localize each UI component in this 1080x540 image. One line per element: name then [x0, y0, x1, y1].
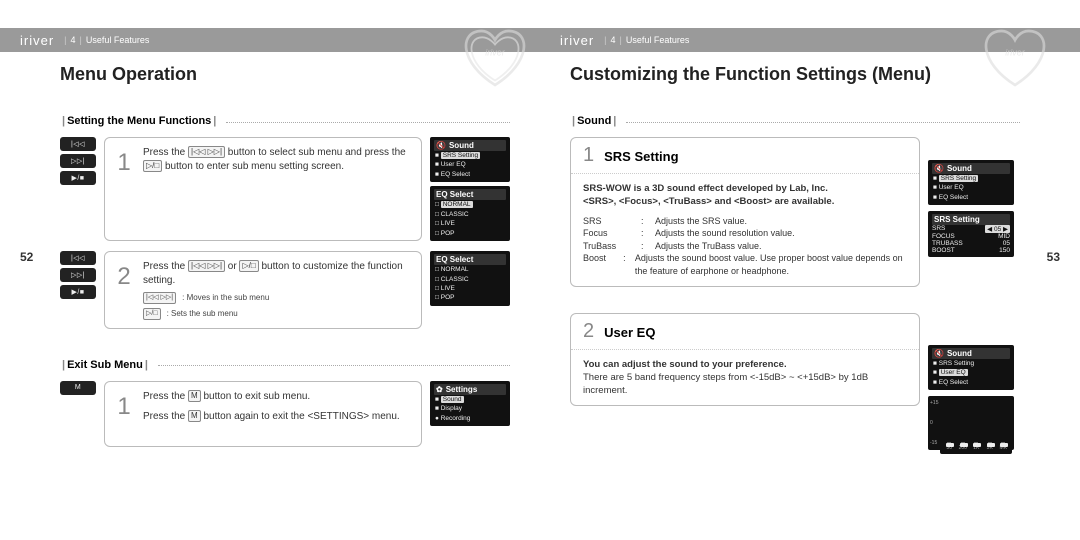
lcd-eqselect: EQ Select □ NORMAL □ CLASSIC □ LIVE □ PO…	[430, 251, 510, 306]
brand-logo: iriver	[560, 33, 594, 48]
params-table: SRS:Adjusts the SRS value. Focus:Adjusts…	[583, 215, 907, 278]
next-button-icon: ▷▷|	[60, 154, 96, 168]
page-title: Customizing the Function Settings (Menu)	[570, 64, 1020, 85]
feature-bold-text: SRS-WOW is a 3D sound effect developed b…	[583, 182, 907, 195]
separator: |	[80, 35, 82, 45]
step-row: M 1 Press the M button to exit sub menu.…	[60, 381, 510, 447]
step-box: 2 Press the |◁◁ ▷▷| or ▷/□ button to cus…	[104, 251, 422, 329]
step-row: |◁◁ ▷▷| ▶/■ 1 Press the |◁◁ ▷▷| button t…	[60, 137, 510, 241]
step-number: 1	[115, 146, 133, 232]
feature-bold-text: <SRS>, <Focus>, <TruBass> and <Boost> ar…	[583, 195, 907, 208]
nav-button-icon: |◁◁ ▷▷|	[188, 146, 225, 158]
speaker-icon: 🔇	[436, 141, 446, 150]
step-number: 2	[115, 260, 133, 320]
play-button-icon: ▶/■	[60, 171, 96, 185]
breadcrumb-label: Useful Features	[626, 35, 690, 45]
step-box: 1 Press the |◁◁ ▷▷| button to select sub…	[104, 137, 422, 241]
feature-desc: There are 5 band frequency steps from <-…	[583, 371, 907, 398]
speaker-icon: 🔇	[934, 164, 944, 173]
page-number: 53	[1047, 250, 1060, 264]
page-title: Menu Operation	[60, 64, 510, 85]
play-button-icon: ▶/■	[60, 285, 96, 299]
step-text: Press the M button to exit sub menu. Pre…	[143, 390, 411, 438]
step-text: Press the |◁◁ ▷▷| or ▷/□ button to custo…	[143, 260, 411, 320]
lcd-column: ✿Settings ■ Sound ■ Display ● Recording	[430, 381, 510, 447]
lcd-group-srs: 🔇Sound ■ SRS Setting ■ User EQ ■ EQ Sele…	[928, 160, 1014, 257]
lcd-sound-menu: 🔇Sound ■ SRS Setting ■ User EQ ■ EQ Sele…	[430, 137, 510, 182]
speaker-icon: 🔇	[934, 349, 944, 358]
section-heading: |Setting the Menu Functions|	[60, 115, 510, 127]
step-row: |◁◁ ▷▷| ▶/■ 2 Press the |◁◁ ▷▷| or ▷/□ b…	[60, 251, 510, 329]
hw-buttons: |◁◁ ▷▷| ▶/■	[60, 251, 96, 329]
feature-box-usereq: 2 User EQ You can adjust the sound to yo…	[570, 313, 920, 407]
page-left: iriver | 4 | Useful Features iriver 52 M…	[0, 0, 540, 540]
gear-icon: ✿	[436, 385, 443, 394]
next-button-icon: ▷▷|	[60, 268, 96, 282]
lcd-eq-graphic: +15 0 -15 50 200 1K 5K MK	[928, 396, 1014, 450]
section-heading: |Sound|	[570, 115, 1020, 127]
m-button-icon: M	[60, 381, 96, 395]
page-right: iriver | 4 | Useful Features iriver 53 C…	[540, 0, 1080, 540]
section-heading: |Exit Sub Menu|	[60, 359, 510, 371]
lcd-sound-menu: 🔇Sound ■ SRS Setting ■ User EQ ■ EQ Sele…	[928, 345, 1014, 390]
feature-box-srs: 1 SRS Setting SRS-WOW is a 3D sound effe…	[570, 137, 920, 287]
play-stop-button-icon: ▷/□	[143, 160, 162, 172]
prev-button-icon: |◁◁	[60, 251, 96, 265]
nav-button-icon: |◁◁ ▷▷|	[188, 260, 225, 272]
feature-name: SRS Setting	[604, 149, 678, 164]
breadcrumb-section: 4	[71, 35, 76, 45]
breadcrumb-section: 4	[611, 35, 616, 45]
m-button-icon: M	[188, 410, 201, 422]
step-box: 1 Press the M button to exit sub menu. P…	[104, 381, 422, 447]
feature-bold-text: You can adjust the sound to your prefere…	[583, 358, 907, 371]
feature-name: User EQ	[604, 325, 655, 340]
topbar-right: iriver | 4 | Useful Features	[540, 28, 1080, 52]
lcd-column: EQ Select □ NORMAL □ CLASSIC □ LIVE □ PO…	[430, 251, 510, 329]
feature-number: 2	[583, 320, 594, 343]
brand-logo: iriver	[20, 33, 54, 48]
step-text: Press the |◁◁ ▷▷| button to select sub m…	[143, 146, 411, 232]
prev-button-icon: |◁◁	[60, 137, 96, 151]
m-button-icon: M	[188, 390, 201, 402]
hw-buttons: |◁◁ ▷▷| ▶/■	[60, 137, 96, 241]
play-stop-button-icon: ▷/□	[239, 260, 258, 272]
page-number: 52	[20, 250, 33, 264]
hw-buttons: M	[60, 381, 96, 447]
lcd-srs-setting: SRS Setting SRS◀ 05 ▶ FOCUSMID TRUBASS05…	[928, 211, 1014, 257]
feature-number: 1	[583, 144, 594, 167]
topbar-left: iriver | 4 | Useful Features	[0, 28, 540, 52]
breadcrumb-label: Useful Features	[86, 35, 150, 45]
lcd-eqselect: EQ Select □ NORMAL □ CLASSIC □ LIVE □ PO…	[430, 186, 510, 241]
lcd-column: 🔇Sound ■ SRS Setting ■ User EQ ■ EQ Sele…	[430, 137, 510, 241]
lcd-group-usereq: 🔇Sound ■ SRS Setting ■ User EQ ■ EQ Sele…	[928, 345, 1014, 450]
lcd-settings-menu: ✿Settings ■ Sound ■ Display ● Recording	[430, 381, 510, 426]
step-number: 1	[115, 390, 133, 438]
lcd-sound-menu: 🔇Sound ■ SRS Setting ■ User EQ ■ EQ Sele…	[928, 160, 1014, 205]
separator: |	[64, 35, 66, 45]
